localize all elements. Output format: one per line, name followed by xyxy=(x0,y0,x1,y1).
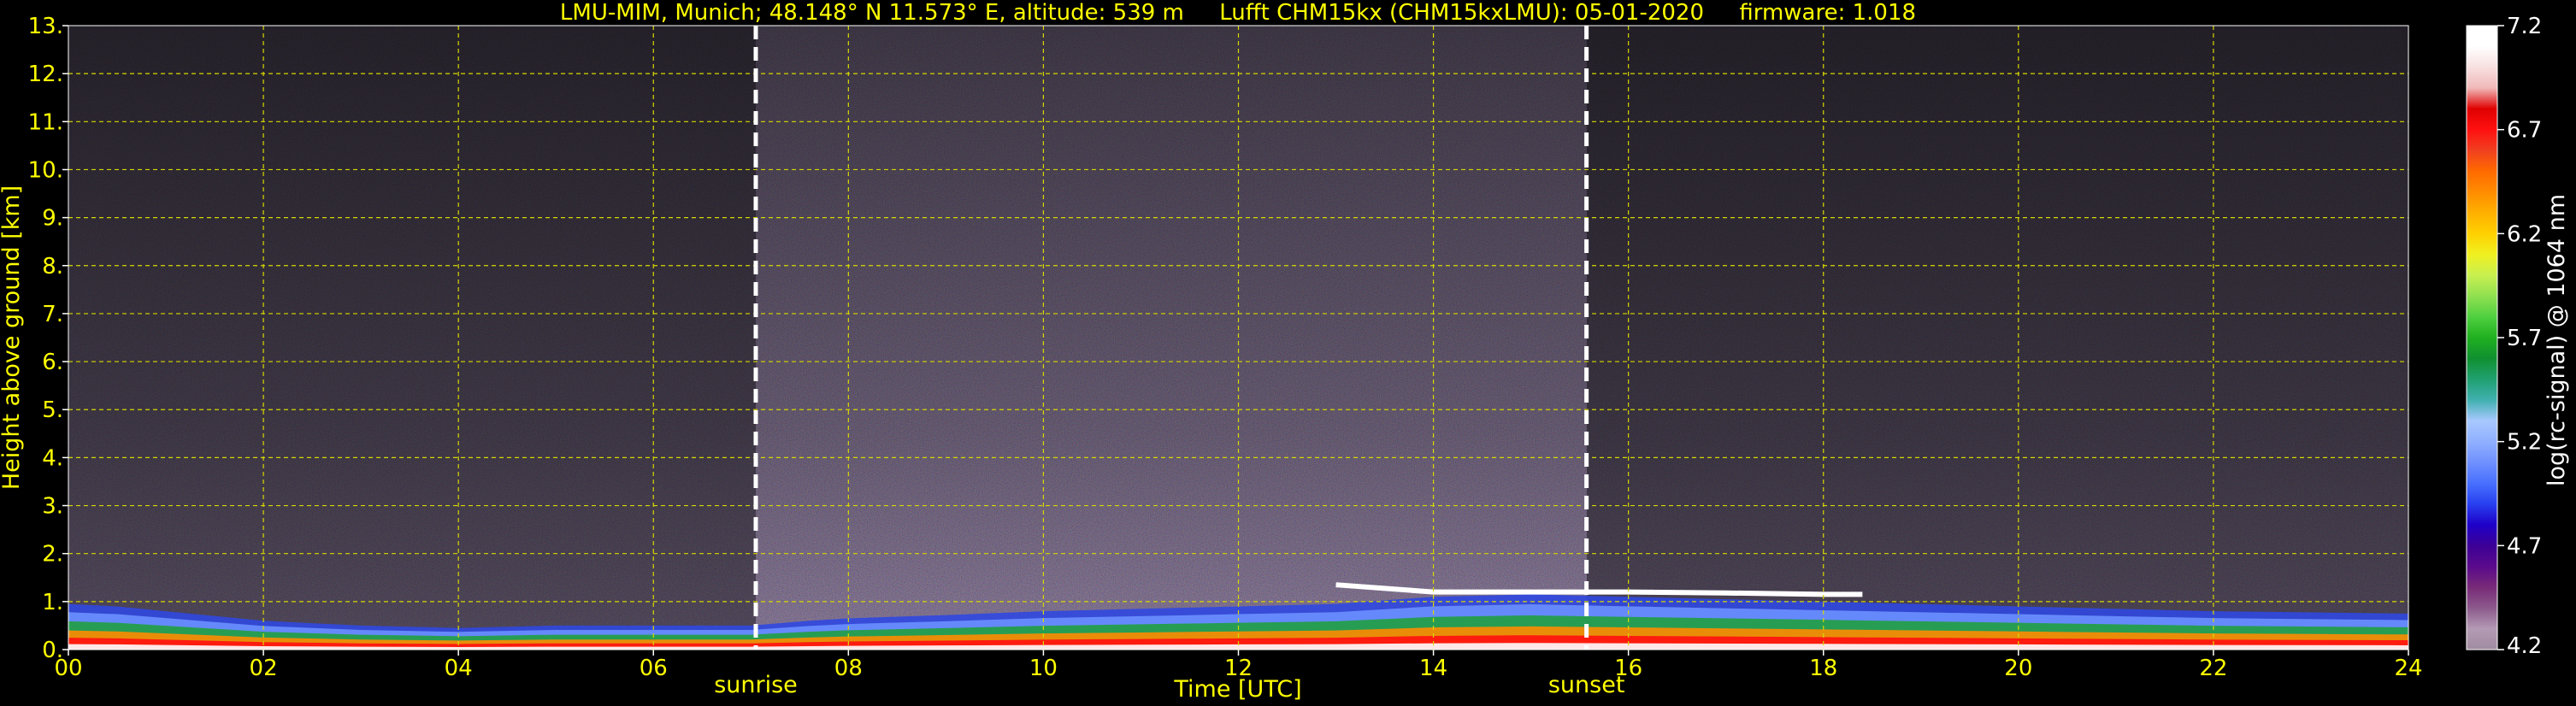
x-tick-label: 04 xyxy=(445,656,473,681)
plot-area: sunrise sunset xyxy=(68,25,2409,698)
y-tick-label: 5. xyxy=(42,397,63,423)
x-axis-label: Time [UTC] xyxy=(1173,676,1301,703)
y-tick-label: 4. xyxy=(42,445,63,471)
colorbar-tick-label: 6.7 xyxy=(2507,118,2542,144)
x-tick-label: 14 xyxy=(1419,656,1447,681)
colorbar-gradient xyxy=(2466,25,2498,650)
y-axis-ticks: 0. 1. 2. 3. 4. 5. 6. 7. 8. 9. 10. 11. 12. 13. xyxy=(28,14,68,663)
colorbar-tick-label: 5.7 xyxy=(2507,326,2542,351)
x-tick-label: 22 xyxy=(2199,656,2227,681)
colorbar-tick-label: 5.2 xyxy=(2507,430,2542,456)
x-tick-label: 06 xyxy=(640,656,668,681)
y-tick-label: 6. xyxy=(42,350,63,375)
x-tick-label: 02 xyxy=(250,656,278,681)
y-tick-label: 0. xyxy=(42,638,63,663)
colorbar: 4.2 4.7 5.2 5.7 6.2 6.7 7.2 log(rc-signal) @ 1… xyxy=(2466,14,2570,659)
ceilometer-figure: sunrise sunset 00 02 04 06 08 10 12 14 16 18 20 22 24… xyxy=(0,0,2570,703)
y-tick-label: 8. xyxy=(42,254,63,279)
x-tick-label: 10 xyxy=(1029,656,1058,681)
colorbar-label: log(rc-signal) @ 1064 nm xyxy=(2544,194,2570,486)
sunset-label: sunset xyxy=(1548,672,1625,698)
y-tick-label: 11. xyxy=(28,109,63,135)
y-tick-label: 3. xyxy=(42,494,63,520)
sunrise-label: sunrise xyxy=(714,672,798,698)
x-tick-label: 20 xyxy=(2004,656,2032,681)
colorbar-tick-label: 4.7 xyxy=(2507,533,2542,559)
y-axis-label: Height above ground [km] xyxy=(0,185,25,490)
y-tick-label: 13. xyxy=(28,14,63,39)
colorbar-tick-label: 4.2 xyxy=(2507,633,2542,659)
colorbar-ticks: 4.2 4.7 5.2 5.7 6.2 6.7 7.2 xyxy=(2497,14,2542,659)
colorbar-tick-label: 7.2 xyxy=(2507,14,2542,39)
y-tick-label: 9. xyxy=(42,206,63,232)
x-tick-label: 24 xyxy=(2394,656,2422,681)
x-tick-label: 16 xyxy=(1614,656,1642,681)
chart-title: LMU-MIM, Munich; 48.148° N 11.573° E, al… xyxy=(560,0,1916,26)
y-tick-label: 12. xyxy=(28,62,63,87)
colorbar-tick-label: 6.2 xyxy=(2507,221,2542,247)
y-tick-label: 10. xyxy=(28,157,63,183)
y-tick-label: 7. xyxy=(42,302,63,327)
x-tick-label: 18 xyxy=(1809,656,1837,681)
y-tick-label: 1. xyxy=(42,590,63,615)
y-tick-label: 2. xyxy=(42,542,63,568)
x-tick-label: 08 xyxy=(834,656,863,681)
